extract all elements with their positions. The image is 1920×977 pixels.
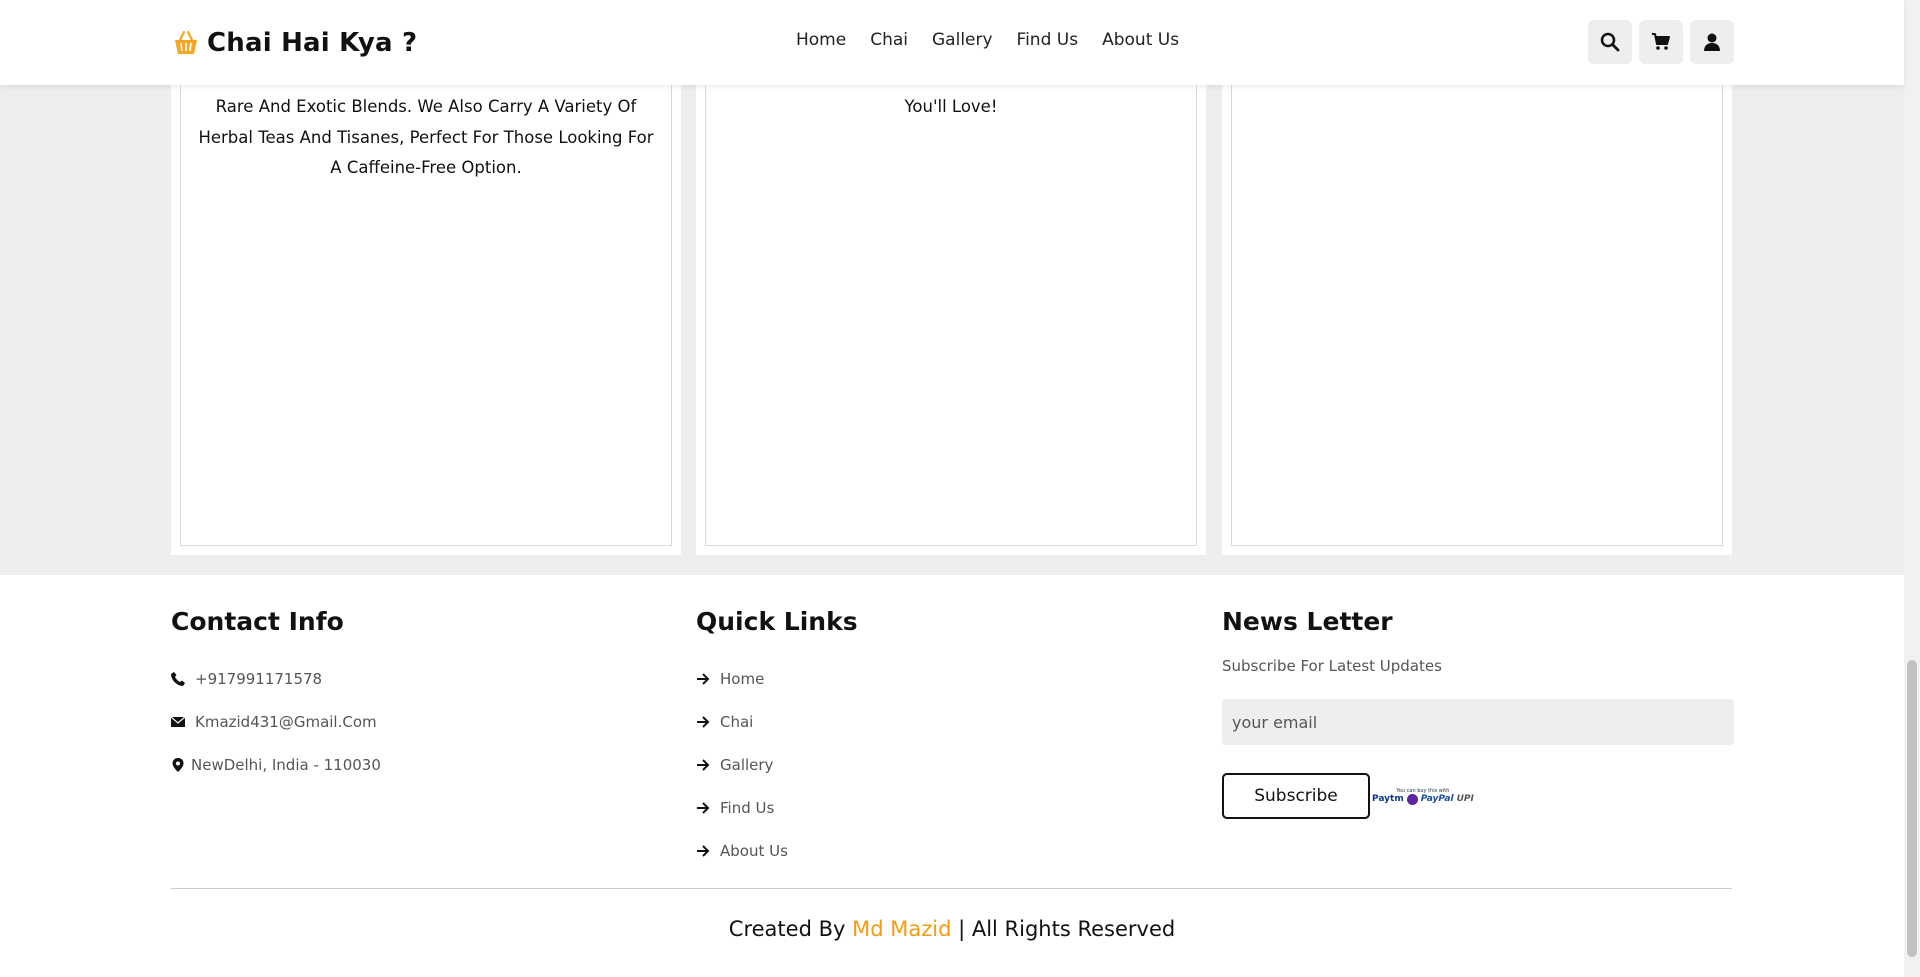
card-2-line: You'll Love! bbox=[904, 97, 998, 116]
footer-credit: Created By Md Mazid | All Rights Reserve… bbox=[0, 917, 1904, 941]
newsletter-email-input[interactable] bbox=[1222, 699, 1734, 745]
subscribe-button[interactable]: Subscribe bbox=[1222, 773, 1370, 819]
arrow-right-icon bbox=[697, 672, 710, 685]
newsletter-title: News Letter bbox=[1222, 607, 1393, 636]
nav-chai[interactable]: Chai bbox=[870, 30, 908, 50]
nav-gallery[interactable]: Gallery bbox=[932, 30, 993, 50]
paypal-logo: PayPal bbox=[1420, 794, 1454, 804]
cart-icon bbox=[1652, 33, 1670, 50]
contact-info-title: Contact Info bbox=[171, 607, 344, 636]
quick-link-label: Find Us bbox=[720, 798, 775, 817]
quick-link-label: Home bbox=[720, 669, 765, 688]
arrow-right-icon bbox=[697, 801, 710, 814]
contact-address-text: NewDelhi, India - 110030 bbox=[191, 755, 381, 774]
footer-divider bbox=[171, 888, 1732, 889]
search-icon bbox=[1600, 32, 1620, 52]
quick-links-title: Quick Links bbox=[696, 607, 858, 636]
newsletter-subtitle: Subscribe For Latest Updates bbox=[1222, 657, 1442, 675]
quick-link-find-us[interactable]: Find Us bbox=[696, 786, 858, 829]
search-button[interactable] bbox=[1588, 20, 1632, 64]
page-scrollbar[interactable] bbox=[1904, 0, 1920, 977]
map-pin-icon bbox=[172, 757, 184, 772]
brand-logo[interactable]: Chai Hai Kya ? bbox=[171, 26, 417, 60]
user-button[interactable] bbox=[1690, 20, 1734, 64]
card-1-text: Rare And Exotic Blends. We Also Carry A … bbox=[195, 92, 657, 184]
main-nav: Home Chai Gallery Find Us About Us bbox=[796, 30, 1179, 50]
phonepe-icon bbox=[1406, 793, 1418, 805]
credit-prefix: Created By bbox=[728, 917, 853, 941]
nav-home[interactable]: Home bbox=[796, 30, 846, 50]
card-2-text: You'll Love! bbox=[720, 92, 1182, 123]
contact-email-text: Kmazid431@Gmail.Com bbox=[195, 712, 377, 731]
subscribe-row: Subscribe You can buy this with Paytm Pa… bbox=[1222, 773, 1734, 819]
upi-logo: UPI bbox=[1456, 794, 1474, 804]
quick-link-label: Chai bbox=[720, 712, 754, 731]
scrollbar-thumb[interactable] bbox=[1907, 660, 1917, 957]
contact-phone[interactable]: +917991171578 bbox=[171, 657, 381, 700]
contact-address: NewDelhi, India - 110030 bbox=[171, 743, 381, 786]
card-1-line: Rare And Exotic Blends. We Also Carry A … bbox=[215, 97, 637, 116]
brand-name: Chai Hai Kya ? bbox=[207, 28, 418, 58]
quick-links-column: Quick Links Home Chai Gallery Find Us Ab… bbox=[696, 605, 858, 872]
cards-section: Rare And Exotic Blends. We Also Carry A … bbox=[0, 0, 1904, 575]
envelope-icon bbox=[171, 716, 185, 727]
arrow-right-icon bbox=[697, 715, 710, 728]
quick-link-gallery[interactable]: Gallery bbox=[696, 743, 858, 786]
contact-phone-text: +917991171578 bbox=[195, 669, 323, 688]
quick-link-home[interactable]: Home bbox=[696, 657, 858, 700]
quick-link-about-us[interactable]: About Us bbox=[696, 829, 858, 872]
arrow-right-icon bbox=[697, 758, 710, 771]
card-1-line: Herbal Teas And Tisanes, Perfect For Tho… bbox=[198, 127, 654, 147]
quick-link-label: About Us bbox=[720, 841, 788, 860]
site-header: Chai Hai Kya ? Home Chai Gallery Find Us… bbox=[0, 0, 1904, 85]
arrow-right-icon bbox=[697, 844, 710, 857]
payment-methods: You can buy this with Paytm PayPal UPI bbox=[1372, 788, 1474, 805]
header-actions bbox=[1588, 20, 1734, 64]
nav-about-us[interactable]: About Us bbox=[1102, 30, 1179, 50]
payment-logos: Paytm PayPal UPI bbox=[1372, 793, 1474, 805]
contact-info-column: Contact Info +917991171578 Kmazid431@Gma… bbox=[171, 605, 381, 786]
newsletter-column: News Letter Subscribe For Latest Updates… bbox=[1222, 605, 1734, 819]
site-footer: Contact Info +917991171578 Kmazid431@Gma… bbox=[0, 575, 1904, 977]
phone-icon bbox=[171, 671, 185, 686]
quick-link-chai[interactable]: Chai bbox=[696, 700, 858, 743]
contact-email[interactable]: Kmazid431@Gmail.Com bbox=[171, 700, 381, 743]
paytm-logo: Paytm bbox=[1372, 794, 1404, 804]
credit-author: Md Mazid bbox=[852, 917, 952, 941]
credit-suffix: | All Rights Reserved bbox=[951, 917, 1176, 941]
quick-link-label: Gallery bbox=[720, 755, 774, 774]
nav-find-us[interactable]: Find Us bbox=[1017, 30, 1079, 50]
card-1-line: A Caffeine-Free Option. bbox=[330, 158, 522, 177]
basket-icon bbox=[175, 30, 197, 54]
user-icon bbox=[1704, 33, 1720, 51]
cart-button[interactable] bbox=[1639, 20, 1683, 64]
